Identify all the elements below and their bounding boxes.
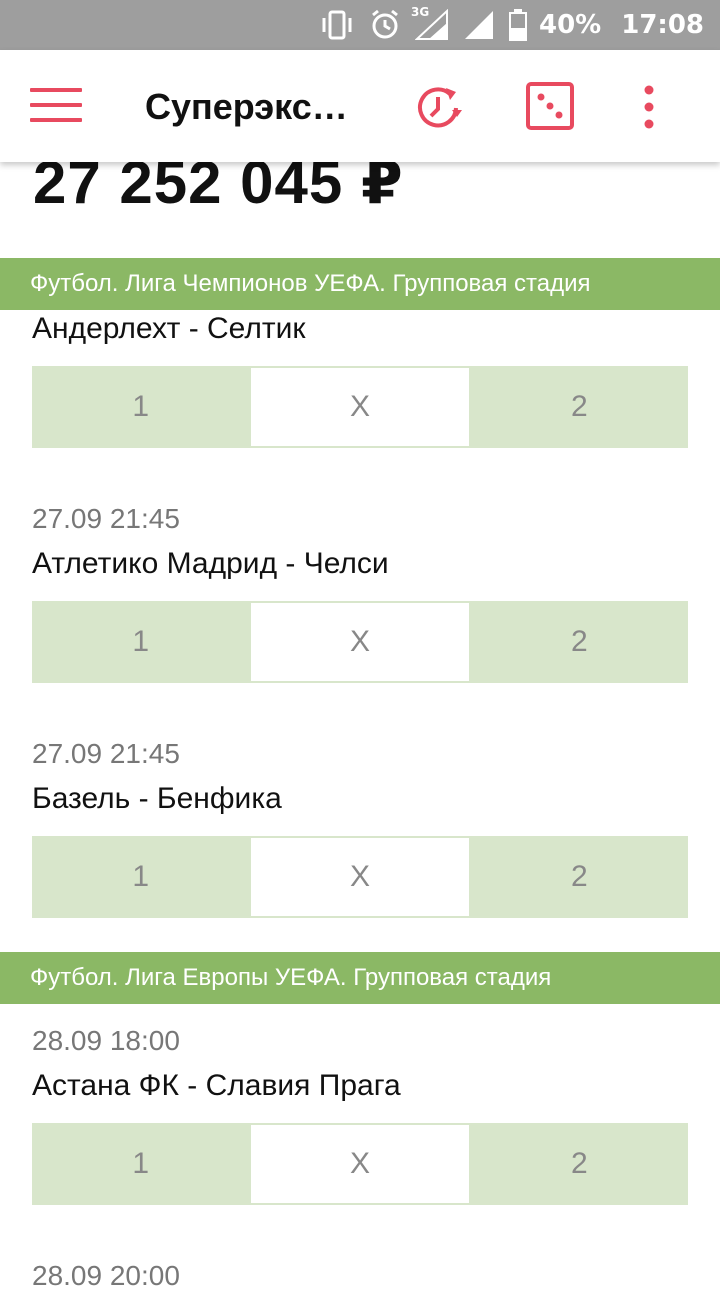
match-title: Базель - Бенфика	[32, 782, 282, 815]
odds-row: 1 X 2	[32, 836, 688, 918]
network-type: 3G	[411, 5, 430, 19]
signal-icon	[463, 9, 495, 41]
match-date: 28.09 20:00	[32, 1260, 180, 1291]
more-vert-icon[interactable]	[636, 80, 662, 136]
odds-draw-button[interactable]: X	[249, 1123, 471, 1205]
league-header: Футбол. Лига Чемпионов УЕФА. Групповая с…	[0, 258, 720, 310]
match-title: Астана ФК - Славия Прага	[32, 1069, 401, 1102]
odds-draw-button[interactable]: X	[249, 366, 471, 448]
match-title: Атлетико Мадрид - Челси	[32, 547, 389, 580]
match-date: 28.09 18:00	[32, 1025, 180, 1056]
odds-away-button[interactable]: 2	[470, 601, 688, 683]
alarm-icon	[369, 9, 401, 41]
odds-away-button[interactable]: 2	[470, 836, 688, 918]
odds-away-button[interactable]: 2	[470, 366, 688, 448]
odds-draw-button[interactable]: X	[249, 836, 471, 918]
clock-time: 17:08	[621, 10, 704, 40]
vibrate-icon	[319, 10, 355, 40]
odds-row: 1 X 2	[32, 1123, 688, 1205]
status-bar: 3G 40% 17:08	[0, 0, 720, 50]
jackpot-panel: 27 252 045 ₽	[0, 149, 720, 258]
odds-row: 1 X 2	[32, 601, 688, 683]
league-header: Футбол. Лига Европы УЕФА. Групповая стад…	[0, 952, 720, 1004]
battery-icon	[509, 9, 527, 41]
app-bar: Суперэкс…	[0, 50, 720, 162]
odds-away-button[interactable]: 2	[470, 1123, 688, 1205]
odds-home-button[interactable]: 1	[32, 366, 250, 448]
match-date: 27.09 21:45	[32, 503, 180, 534]
battery-percent: 40%	[539, 10, 602, 40]
odds-home-button[interactable]: 1	[32, 1123, 250, 1205]
match-title: Андерлехт - Селтик	[32, 312, 306, 345]
odds-home-button[interactable]: 1	[32, 836, 250, 918]
signal-3g-icon: 3G	[411, 5, 449, 41]
odds-draw-button[interactable]: X	[249, 601, 471, 683]
odds-row: 1 X 2	[32, 366, 688, 448]
dice-icon[interactable]	[524, 80, 576, 132]
history-clock-icon[interactable]	[410, 80, 466, 136]
page-title: Суперэкс…	[145, 86, 348, 127]
menu-icon[interactable]	[30, 88, 82, 126]
odds-home-button[interactable]: 1	[32, 601, 250, 683]
match-date: 27.09 21:45	[32, 738, 180, 769]
